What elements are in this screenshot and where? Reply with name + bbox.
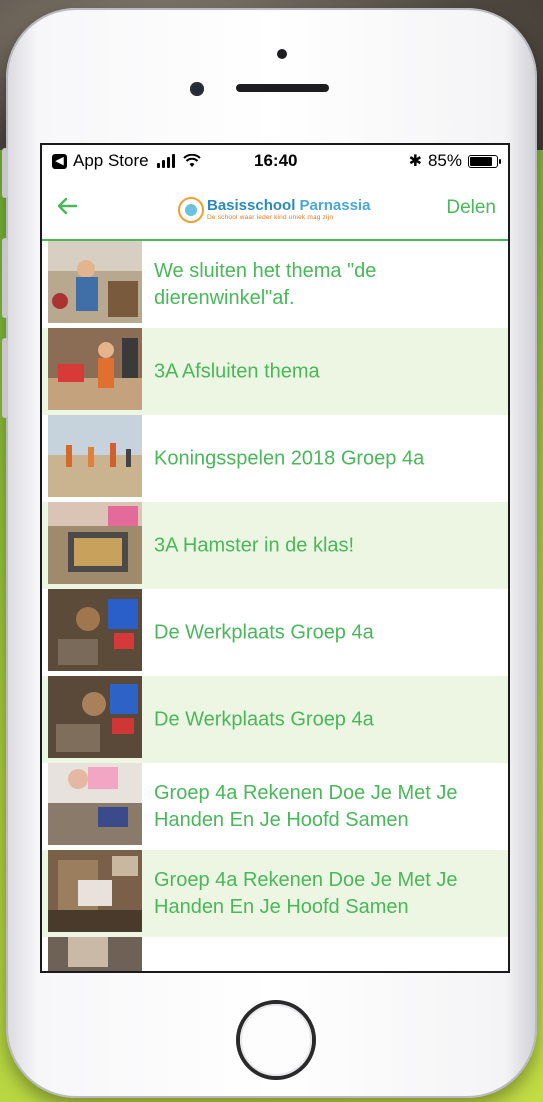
thumbnail-image <box>48 241 142 323</box>
logo-emblem-icon <box>178 197 204 223</box>
school-logo: Basisschool Parnassia De school waar ied… <box>178 197 370 223</box>
list-item[interactable]: De Werkplaats Groep 4a <box>42 589 508 676</box>
logo-title-part2: Parnassia <box>299 197 371 215</box>
arrow-left-icon[interactable] <box>56 195 78 217</box>
status-time: 16:40 <box>254 151 298 170</box>
item-title: De Werkplaats Groep 4a <box>154 621 374 643</box>
thumbnail-image <box>48 415 142 497</box>
earpiece-speaker <box>236 84 329 92</box>
share-button[interactable]: Delen <box>446 197 496 219</box>
battery-fill <box>470 156 493 166</box>
volume-up-button <box>2 238 8 318</box>
front-camera <box>190 82 204 96</box>
list-item[interactable]: Groep 4a Rekenen Doe Je Met Je Handen En… <box>42 850 508 937</box>
navigation-bar: Basisschool Parnassia De school waar ied… <box>42 177 508 241</box>
battery-icon <box>468 154 501 168</box>
home-button[interactable] <box>234 998 318 1082</box>
item-title: 3A Hamster in de klas! <box>154 534 355 556</box>
item-title: Groep 4a Rekenen Doe Je Met Je Handen En… <box>154 868 458 918</box>
list-item[interactable]: 3A Afsluiten thema <box>42 328 508 415</box>
list-item[interactable]: De Werkplaats Groep 4a <box>42 676 508 763</box>
cellular-signal-icon <box>156 154 175 168</box>
logo-subtitle: De school waar ieder kind uniek mag zijn <box>207 214 334 222</box>
thumbnail-image <box>48 763 142 845</box>
bluetooth-icon: ✱ <box>408 153 422 170</box>
battery-percent: 85% <box>427 151 462 170</box>
item-title: Groep 4a Rekenen Doe Je Met Je Handen En… <box>154 781 458 831</box>
back-app-label[interactable]: App Store <box>73 151 149 171</box>
thumbnail-image <box>48 502 142 584</box>
mute-switch <box>2 148 8 198</box>
list-item[interactable]: We sluiten het thema "de dierenwinkel"af… <box>42 241 508 328</box>
list-item[interactable] <box>42 937 508 971</box>
list-item[interactable]: 3A Hamster in de klas! <box>42 502 508 589</box>
app-screen: ◀ App Store 16:40 ✱ 85% Basisschool Parn… <box>40 143 510 973</box>
thumbnail-image <box>48 937 142 971</box>
item-title: 3A Afsluiten thema <box>154 360 320 382</box>
proximity-sensor <box>277 49 287 59</box>
volume-down-button <box>2 338 8 418</box>
status-bar: ◀ App Store 16:40 ✱ 85% <box>42 145 508 177</box>
thumbnail-image <box>48 850 142 932</box>
item-title: We sluiten het thema "de dierenwinkel"af… <box>154 259 377 309</box>
item-title: De Werkplaats Groep 4a <box>154 708 374 730</box>
thumbnail-image <box>48 328 142 410</box>
item-title: Koningsspelen 2018 Groep 4a <box>154 447 425 469</box>
logo-title-part1: Basisschool <box>207 197 296 215</box>
list-item[interactable]: Groep 4a Rekenen Doe Je Met Je Handen En… <box>42 763 508 850</box>
list-item[interactable]: Koningsspelen 2018 Groep 4a <box>42 415 508 502</box>
back-to-app-icon[interactable]: ◀ <box>52 153 67 169</box>
logo-title: Basisschool Parnassia <box>207 198 370 213</box>
thumbnail-image <box>48 589 142 671</box>
thumbnail-image <box>48 676 142 758</box>
news-list: We sluiten het thema "de dierenwinkel"af… <box>42 241 508 971</box>
wifi-icon <box>182 154 201 167</box>
